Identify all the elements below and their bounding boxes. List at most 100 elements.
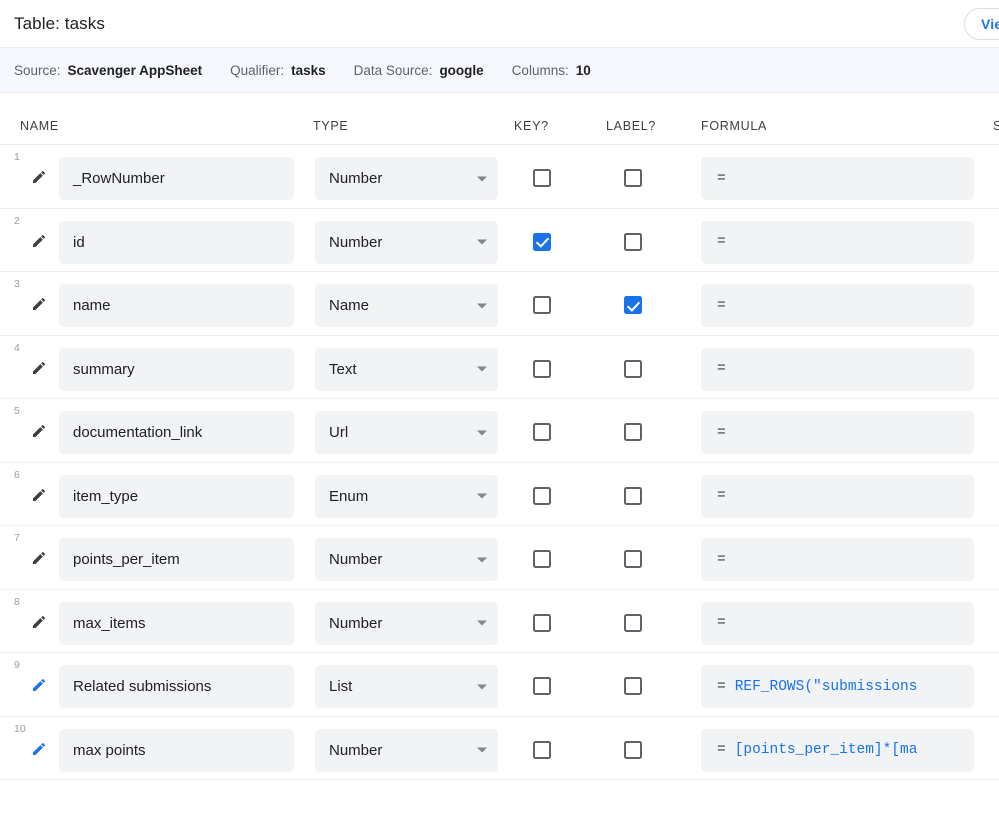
key-checkbox[interactable] (533, 423, 551, 441)
key-checkbox[interactable] (533, 550, 551, 568)
edit-pencil-icon[interactable] (31, 423, 47, 439)
row-number: 10 (14, 722, 26, 735)
edit-pencil-icon[interactable] (31, 233, 47, 249)
info-label: Qualifier: (230, 62, 285, 78)
table-row: 1 _RowNumber Number = (0, 145, 999, 209)
column-name-input[interactable]: id (59, 220, 294, 264)
info-label: Columns: (511, 62, 569, 78)
label-checkbox[interactable] (624, 232, 642, 251)
column-name-input[interactable]: name (59, 284, 294, 327)
formula-equals-sign: = (717, 551, 726, 568)
column-type-value: Name (329, 297, 370, 314)
column-type-select[interactable]: Number (315, 220, 498, 264)
view-source-button[interactable]: View Source (964, 8, 999, 40)
chevron-down-icon (477, 684, 487, 689)
key-checkbox[interactable] (533, 613, 551, 632)
key-checkbox[interactable] (533, 486, 551, 505)
row-number: 4 (14, 341, 20, 354)
formula-input[interactable]: = REF_ROWS("submissions (701, 665, 974, 708)
column-type-select[interactable]: Enum (315, 474, 498, 518)
column-type-select[interactable]: Number (315, 538, 498, 581)
formula-input[interactable]: = (701, 347, 974, 391)
table-row: 6 item_type Enum = (0, 463, 999, 526)
column-type-value: Enum (329, 487, 369, 505)
column-type-value: Text (329, 360, 357, 378)
edit-pencil-icon[interactable] (31, 487, 47, 503)
label-checkbox[interactable] (624, 740, 642, 759)
chevron-down-icon (477, 493, 487, 499)
column-name-input[interactable]: documentation_link (59, 411, 294, 454)
label-checkbox[interactable] (624, 486, 642, 505)
column-header-row: NAME TYPE KEY? LABEL? FORMULA S (0, 93, 999, 145)
chevron-down-icon (477, 620, 487, 626)
column-name-input[interactable]: max_items (59, 601, 294, 645)
column-type-select[interactable]: Number (315, 728, 498, 772)
info-group: Source: Scavenger AppSheet (14, 63, 202, 78)
table-row: 9 Related submissions List = REF_ROWS("submi… (0, 653, 999, 717)
column-type-value: Number (329, 741, 383, 759)
table-row: 10 max points Number = [points_per_item]*[ma (0, 717, 999, 780)
formula-equals-sign: = (717, 678, 726, 695)
column-name-input[interactable]: points_per_item (59, 538, 294, 581)
formula-input[interactable]: = (701, 411, 974, 454)
label-checkbox[interactable] (624, 296, 642, 314)
edit-pencil-icon[interactable] (31, 169, 47, 185)
formula-input[interactable]: = (701, 284, 974, 327)
table-row: 3 name Name = (0, 272, 999, 336)
formula-equals-sign: = (717, 297, 726, 314)
formula-equals-sign: = (717, 234, 726, 250)
column-header-type: TYPE (313, 119, 349, 133)
info-label: Data Source: (353, 62, 433, 78)
edit-pencil-icon[interactable] (31, 614, 47, 630)
page-title: Table: tasks (14, 13, 105, 33)
table-row: 4 summary Text = (0, 336, 999, 399)
formula-input[interactable]: = [points_per_item]*[ma (701, 728, 974, 772)
label-checkbox[interactable] (624, 677, 642, 695)
column-type-select[interactable]: Number (315, 157, 498, 200)
formula-expression: REF_ROWS("submissions (734, 678, 918, 695)
column-name-input[interactable]: item_type (59, 474, 294, 518)
label-checkbox[interactable] (624, 423, 642, 441)
key-checkbox[interactable] (533, 740, 551, 759)
column-name-input[interactable]: Related submissions (59, 665, 294, 708)
table-row: 7 points_per_item Number = (0, 526, 999, 590)
info-value: Scavenger AppSheet (67, 62, 203, 78)
edit-pencil-icon[interactable] (31, 296, 47, 312)
column-type-value: Url (329, 424, 349, 441)
column-name-input[interactable]: _RowNumber (59, 157, 294, 200)
column-type-value: Number (329, 551, 383, 568)
table-editor-page: Table: tasks View Source Source: Scavenge… (0, 0, 999, 826)
label-checkbox[interactable] (624, 169, 642, 187)
key-checkbox[interactable] (533, 677, 551, 695)
label-checkbox[interactable] (624, 613, 642, 632)
key-checkbox[interactable] (533, 296, 551, 314)
edit-pencil-icon[interactable] (31, 741, 47, 757)
column-type-select[interactable]: Text (315, 347, 498, 391)
column-type-value: Number (329, 170, 383, 187)
chevron-down-icon (477, 366, 487, 372)
label-checkbox[interactable] (624, 359, 642, 378)
formula-input[interactable]: = (701, 538, 974, 581)
formula-input[interactable]: = (701, 474, 974, 518)
column-header-show: S (993, 119, 999, 133)
column-list: 1 _RowNumber Number = 2 id Number = 3 name Name = 4 s… (0, 145, 999, 780)
column-type-select[interactable]: List (315, 665, 498, 708)
row-number: 1 (14, 151, 20, 163)
edit-pencil-icon[interactable] (31, 550, 47, 566)
edit-pencil-icon[interactable] (31, 360, 47, 376)
formula-input[interactable]: = (701, 157, 974, 200)
edit-pencil-icon[interactable] (31, 677, 47, 693)
key-checkbox[interactable] (533, 169, 551, 187)
key-checkbox[interactable] (533, 232, 551, 251)
column-name-input[interactable]: summary (59, 347, 294, 391)
column-type-select[interactable]: Url (315, 411, 498, 454)
formula-equals-sign: = (717, 742, 726, 758)
column-type-select[interactable]: Name (315, 284, 498, 327)
label-checkbox[interactable] (624, 550, 642, 568)
column-name-input[interactable]: max points (59, 728, 294, 772)
info-label: Source: (14, 62, 61, 78)
column-type-select[interactable]: Number (315, 601, 498, 645)
formula-input[interactable]: = (701, 601, 974, 645)
key-checkbox[interactable] (533, 359, 551, 378)
formula-input[interactable]: = (701, 220, 974, 264)
